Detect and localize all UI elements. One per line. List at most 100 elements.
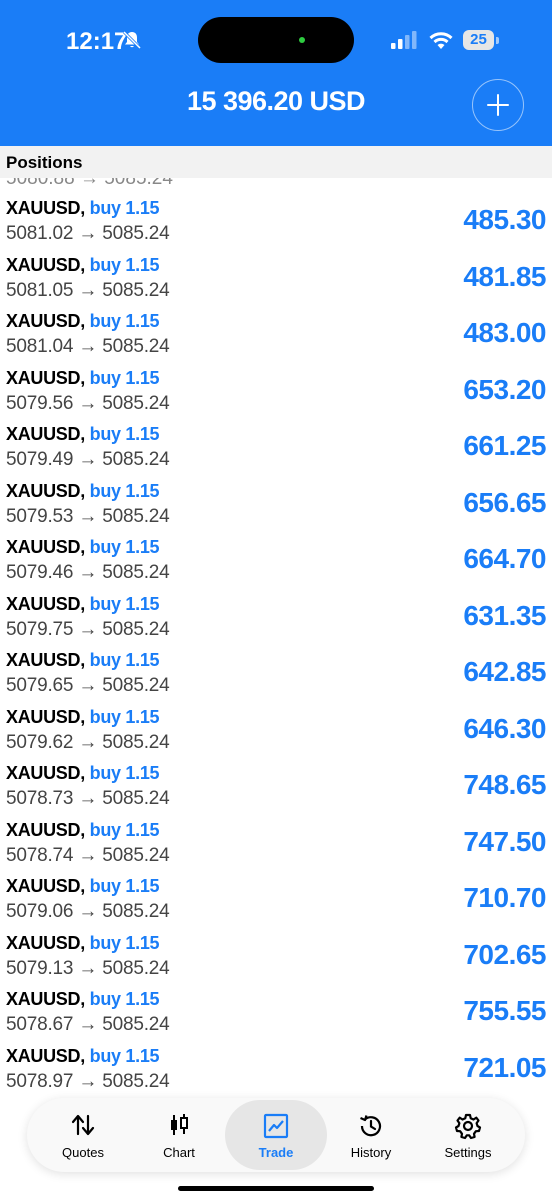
position-side: buy 1.15 <box>89 367 160 388</box>
status-time: 12:17 <box>66 28 128 55</box>
tab-settings[interactable]: Settings <box>419 1098 517 1172</box>
position-side: buy 1.15 <box>89 254 160 275</box>
position-symbol: XAUUSD, <box>6 537 85 557</box>
position-side: buy 1.15 <box>89 198 160 218</box>
position-profit: 661.25 <box>463 430 546 461</box>
position-symbol: XAUUSD, <box>6 593 85 614</box>
position-row[interactable]: XAUUSD, buy 1.15 5081.04 → 5085.24 483.00 <box>0 291 552 357</box>
position-symbol: XAUUSD, <box>6 763 85 783</box>
position-symbol: XAUUSD, <box>6 706 85 727</box>
position-side: buy 1.15 <box>89 989 160 1009</box>
position-profit: 485.30 <box>463 204 546 235</box>
tab-quotes[interactable]: Quotes <box>35 1098 131 1172</box>
position-symbol: XAUUSD, <box>6 311 85 331</box>
position-profit: 646.30 <box>463 712 546 744</box>
position-profit: 653.20 <box>463 373 546 405</box>
app-header: 12:17 25 15 396.20 USD <box>0 0 552 146</box>
position-row[interactable]: XAUUSD, buy 1.15 5079.75 → 5085.24 631.35 <box>0 574 552 640</box>
position-side: buy 1.15 <box>89 1045 160 1066</box>
position-symbol: XAUUSD, <box>6 367 85 388</box>
tab-chart[interactable]: Chart <box>131 1098 227 1172</box>
position-symbol: XAUUSD, <box>6 254 85 275</box>
position-row[interactable]: XAUUSD, buy 1.15 5079.62 → 5085.24 646.30 <box>0 687 552 753</box>
position-title: XAUUSD, buy 1.15 <box>6 819 160 841</box>
position-row[interactable]: XAUUSD, buy 1.15 5079.53 → 5085.24 656.65 <box>0 461 552 527</box>
positions-list[interactable]: 5080.88 → 5085.24 XAUUSD, buy 1.15 5081.0… <box>0 178 552 1098</box>
cellular-signal-icon <box>391 31 417 49</box>
position-title: XAUUSD, buy 1.15 <box>6 706 160 728</box>
position-symbol: XAUUSD, <box>6 876 85 896</box>
position-profit: 702.65 <box>463 938 546 970</box>
position-row[interactable]: XAUUSD, buy 1.15 5079.13 → 5085.24 702.65 <box>0 913 552 979</box>
position-row[interactable]: XAUUSD, buy 1.15 5078.97 → 5085.24 721.05 <box>0 1026 552 1092</box>
position-row[interactable]: XAUUSD, buy 1.15 5078.67 → 5085.24 755.55 <box>0 969 552 1035</box>
position-side: buy 1.15 <box>89 876 160 896</box>
position-row[interactable]: XAUUSD, buy 1.15 5079.56 → 5085.24 653.20 <box>0 348 552 414</box>
position-symbol: XAUUSD, <box>6 480 85 501</box>
position-profit: 631.35 <box>463 599 546 631</box>
wifi-icon <box>429 32 453 49</box>
position-title: XAUUSD, buy 1.15 <box>6 198 160 219</box>
add-order-button[interactable] <box>472 79 524 131</box>
position-profit: 748.65 <box>463 769 546 800</box>
tab-chart-label: Chart <box>163 1145 195 1160</box>
position-profit: 710.70 <box>463 882 546 913</box>
position-row[interactable]: XAUUSD, buy 1.15 5079.65 → 5085.24 642.85 <box>0 630 552 696</box>
position-side: buy 1.15 <box>89 650 160 670</box>
position-row[interactable]: XAUUSD, buy 1.15 5079.06 → 5085.24 710.70 <box>0 856 552 922</box>
battery-tip <box>496 37 499 44</box>
position-symbol: XAUUSD, <box>6 932 85 953</box>
position-title: XAUUSD, buy 1.15 <box>6 480 160 502</box>
position-side: buy 1.15 <box>89 819 160 840</box>
position-title: XAUUSD, buy 1.15 <box>6 763 160 784</box>
position-symbol: XAUUSD, <box>6 819 85 840</box>
position-symbol: XAUUSD, <box>6 989 85 1009</box>
position-title: XAUUSD, buy 1.15 <box>6 311 160 332</box>
position-title: XAUUSD, buy 1.15 <box>6 932 160 954</box>
position-title: XAUUSD, buy 1.15 <box>6 989 160 1010</box>
tab-trade[interactable]: Trade <box>225 1100 327 1170</box>
history-clock-icon <box>360 1115 382 1137</box>
position-row[interactable]: XAUUSD, buy 1.15 5079.46 → 5085.24 664.70 <box>0 517 552 583</box>
position-profit: 747.50 <box>463 825 546 857</box>
position-title: XAUUSD, buy 1.15 <box>6 424 160 445</box>
tab-quotes-label: Quotes <box>62 1145 104 1160</box>
position-title: XAUUSD, buy 1.15 <box>6 1045 160 1067</box>
position-profit: 664.70 <box>463 543 546 574</box>
position-symbol: XAUUSD, <box>6 424 85 444</box>
position-symbol: XAUUSD, <box>6 1045 85 1066</box>
position-profit: 642.85 <box>463 656 546 687</box>
home-indicator <box>178 1186 374 1191</box>
tab-bar: Quotes Chart Trade History Settings <box>27 1098 525 1172</box>
position-title: XAUUSD, buy 1.15 <box>6 537 160 558</box>
position-row[interactable]: XAUUSD, buy 1.15 5078.73 → 5085.24 748.65 <box>0 743 552 809</box>
tab-history-label: History <box>350 1145 392 1160</box>
positions-header: Positions <box>0 146 552 178</box>
battery-icon: 25 <box>463 30 499 50</box>
position-side: buy 1.15 <box>89 593 160 614</box>
position-side: buy 1.15 <box>89 537 160 557</box>
position-side: buy 1.15 <box>89 706 160 727</box>
position-profit: 755.55 <box>463 995 546 1026</box>
tab-settings-label: Settings <box>444 1145 492 1160</box>
dynamic-island <box>198 17 354 63</box>
position-side: buy 1.15 <box>89 932 160 953</box>
position-row[interactable]: XAUUSD, buy 1.15 5078.74 → 5085.24 747.50 <box>0 800 552 866</box>
position-title: XAUUSD, buy 1.15 <box>6 650 160 671</box>
position-prices: 5078.97 → 5085.24 <box>6 1070 170 1092</box>
position-row[interactable]: XAUUSD, buy 1.15 5081.02 → 5085.24 485.30 <box>0 178 552 244</box>
position-row[interactable]: XAUUSD, buy 1.15 5079.49 → 5085.24 661.25 <box>0 404 552 470</box>
position-symbol: XAUUSD, <box>6 198 85 218</box>
position-title: XAUUSD, buy 1.15 <box>6 593 160 615</box>
tab-history[interactable]: History <box>323 1098 419 1172</box>
position-profit: 481.85 <box>463 260 546 292</box>
tab-trade-label: Trade <box>258 1145 294 1160</box>
position-side: buy 1.15 <box>89 311 160 331</box>
position-row[interactable]: XAUUSD, buy 1.15 5081.05 → 5085.24 481.85 <box>0 235 552 301</box>
position-profit: 721.05 <box>463 1051 546 1083</box>
gear-icon <box>454 1113 482 1140</box>
position-symbol: XAUUSD, <box>6 650 85 670</box>
position-title: XAUUSD, buy 1.15 <box>6 876 160 897</box>
battery-level: 25 <box>463 30 494 50</box>
position-profit: 483.00 <box>463 317 546 348</box>
